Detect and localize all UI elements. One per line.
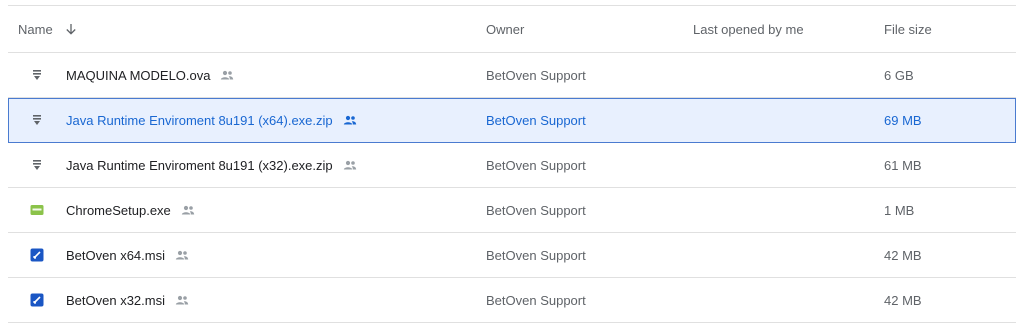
file-size: 61 MB xyxy=(884,157,922,173)
shared-people-icon xyxy=(343,115,357,125)
file-size-column-header: File size xyxy=(884,6,932,52)
file-owner: BetOven Support xyxy=(486,67,586,83)
file-row[interactable]: BetOven x32.msi BetOven Support 42 MB xyxy=(8,278,1016,323)
name-column-header[interactable]: Name xyxy=(18,6,77,52)
shared-people-icon xyxy=(220,70,234,80)
archive-file-icon xyxy=(30,113,44,127)
file-row[interactable]: Java Runtime Enviroment 8u191 (x64).exe.… xyxy=(8,98,1016,143)
last-opened-column-header[interactable]: Last opened by me xyxy=(693,6,804,52)
sort-descending-icon[interactable] xyxy=(65,23,77,35)
file-size: 1 MB xyxy=(884,202,915,218)
file-name: Java Runtime Enviroment 8u191 (x32).exe.… xyxy=(66,157,333,173)
archive-file-icon xyxy=(30,68,44,82)
file-size: 42 MB xyxy=(884,292,922,308)
file-name-cell[interactable]: Java Runtime Enviroment 8u191 (x32).exe.… xyxy=(66,143,357,187)
name-header-label: Name xyxy=(18,21,53,37)
file-row[interactable]: ChromeSetup.exe BetOven Support 1 MB xyxy=(8,188,1016,233)
file-name: BetOven x64.msi xyxy=(66,247,165,263)
file-name-cell[interactable]: BetOven x32.msi xyxy=(66,278,189,322)
file-name-cell[interactable]: Java Runtime Enviroment 8u191 (x64).exe.… xyxy=(66,98,357,142)
executable-file-icon xyxy=(30,203,44,217)
file-size: 69 MB xyxy=(884,112,922,128)
file-name-cell[interactable]: MAQUINA MODELO.ova xyxy=(66,53,234,97)
shared-people-icon xyxy=(175,250,189,260)
file-name: ChromeSetup.exe xyxy=(66,202,171,218)
file-owner: BetOven Support xyxy=(486,202,586,218)
owner-column-header: Owner xyxy=(486,6,524,52)
file-row[interactable]: BetOven x64.msi BetOven Support 42 MB xyxy=(8,233,1016,278)
file-owner: BetOven Support xyxy=(486,292,586,308)
file-name: MAQUINA MODELO.ova xyxy=(66,67,211,83)
file-list: Name Owner Last opened by me File size M… xyxy=(8,5,1016,323)
file-list-header: Name Owner Last opened by me File size xyxy=(8,6,1016,53)
file-owner: BetOven Support xyxy=(486,247,586,263)
file-name: BetOven x32.msi xyxy=(66,292,165,308)
file-size: 42 MB xyxy=(884,247,922,263)
shared-people-icon xyxy=(343,160,357,170)
installer-file-icon xyxy=(30,293,44,307)
archive-file-icon xyxy=(30,158,44,172)
file-row[interactable]: Java Runtime Enviroment 8u191 (x32).exe.… xyxy=(8,143,1016,188)
file-owner: BetOven Support xyxy=(486,157,586,173)
file-size-header-label: File size xyxy=(884,21,932,37)
file-name: Java Runtime Enviroment 8u191 (x64).exe.… xyxy=(66,112,333,128)
file-row[interactable]: MAQUINA MODELO.ova BetOven Support 6 GB xyxy=(8,53,1016,98)
last-opened-header-label: Last opened by me xyxy=(693,21,804,37)
file-owner: BetOven Support xyxy=(486,112,586,128)
shared-people-icon xyxy=(181,205,195,215)
file-name-cell[interactable]: BetOven x64.msi xyxy=(66,233,189,277)
installer-file-icon xyxy=(30,248,44,262)
shared-people-icon xyxy=(175,295,189,305)
file-name-cell[interactable]: ChromeSetup.exe xyxy=(66,188,195,232)
owner-header-label: Owner xyxy=(486,21,525,37)
file-size: 6 GB xyxy=(884,67,914,83)
